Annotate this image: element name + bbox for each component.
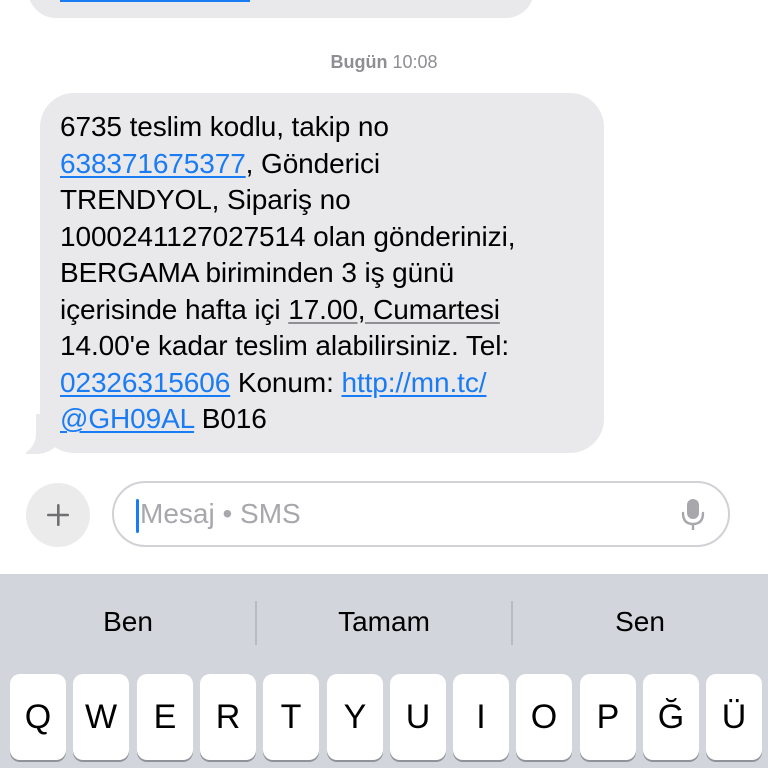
key-w[interactable]: W	[73, 674, 129, 760]
location-url-link[interactable]: http://mn.tc/	[341, 367, 486, 398]
detected-date-link[interactable]: 17.00, Cumartesi	[288, 294, 500, 325]
key-t[interactable]: T	[263, 674, 319, 760]
suggestion-tamam[interactable]: Tamam	[256, 574, 512, 670]
timestamp-day: Bugün	[330, 52, 388, 72]
phone-number-link[interactable]: 02326315606	[60, 367, 230, 398]
suggestion-sen[interactable]: Sen	[512, 574, 768, 670]
message-line-1: 6735 teslim kodlu, takip no	[60, 111, 389, 142]
incoming-message-bubble[interactable]: 6735 teslim kodlu, takip no 638371675377…	[40, 93, 604, 453]
message-line-2: 638371675377, Gönderici	[60, 147, 380, 179]
key-q[interactable]: Q	[10, 674, 66, 760]
message-line-4: 1000241127027514 olan gönderinizi,	[60, 220, 516, 252]
message-input-field[interactable]: Mesaj • SMS	[112, 481, 730, 547]
key-g-breve[interactable]: Ğ	[643, 674, 699, 760]
tracking-number-link[interactable]: 638371675377	[60, 148, 246, 179]
key-y[interactable]: Y	[327, 674, 383, 760]
message-line-5: BERGAMA biriminden 3 iş günü	[60, 257, 455, 288]
plus-icon	[47, 504, 69, 526]
message-line-7: 14.00'e kadar teslim alabilirsiniz. Tel:	[60, 330, 510, 361]
suggestion-ben[interactable]: Ben	[0, 574, 256, 670]
microphone-icon[interactable]	[680, 497, 706, 533]
location-url-link-continued[interactable]: @GH09AL	[60, 403, 194, 434]
key-p[interactable]: P	[580, 674, 636, 760]
previous-message-bubble	[28, 0, 534, 18]
predictive-text-bar: Ben Tamam Sen	[0, 574, 768, 670]
key-i[interactable]: I	[453, 674, 509, 760]
message-line-9: @GH09AL B016	[60, 403, 267, 434]
previous-message-link-fragment	[60, 0, 250, 2]
key-o[interactable]: O	[516, 674, 572, 760]
keyboard: Ben Tamam Sen Q W E R T Y U I O P Ğ Ü	[0, 574, 768, 768]
message-timestamp: Bugün 10:08	[0, 52, 768, 73]
add-attachment-button[interactable]	[26, 483, 90, 547]
key-e[interactable]: E	[137, 674, 193, 760]
message-line-6: içerisinde hafta içi 17.00, Cumartesi	[60, 293, 500, 325]
text-caret	[136, 499, 139, 533]
message-input-placeholder: Mesaj • SMS	[140, 498, 301, 529]
key-u-umlaut[interactable]: Ü	[706, 674, 762, 760]
message-line-8: 02326315606 Konum: http://mn.tc/	[60, 366, 487, 398]
timestamp-time: 10:08	[392, 52, 438, 72]
key-r[interactable]: R	[200, 674, 256, 760]
key-u[interactable]: U	[390, 674, 446, 760]
message-line-3: TRENDYOL, Sipariş no	[60, 184, 351, 215]
